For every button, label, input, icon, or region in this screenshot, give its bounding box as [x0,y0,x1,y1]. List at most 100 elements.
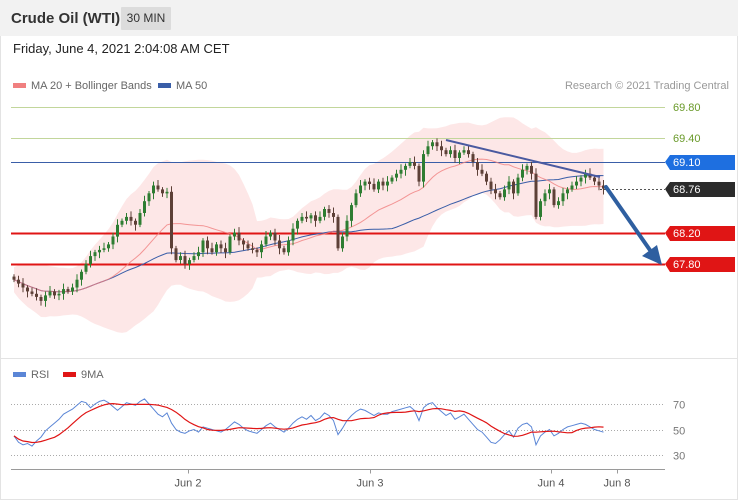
candle-body [237,232,241,241]
candle-body [269,232,272,237]
candle-body [593,177,596,182]
candle-body [17,279,20,284]
candle-body [174,248,178,261]
candle-body [233,232,236,237]
price-tag-69.10: 69.10 [673,157,701,169]
candle-body [561,193,565,202]
candle-body [332,213,335,217]
candle-body [435,142,439,147]
candle-body [444,150,448,155]
x-tick-label: Jun 3 [357,478,384,490]
candle-body [291,228,295,241]
candle-body [485,173,488,182]
candle-body [404,165,407,170]
candle-body [48,291,52,296]
candle-body [521,169,524,178]
candle-body [116,224,119,237]
candle-body [228,236,232,253]
candle-body [597,181,601,186]
candle-body [296,220,299,229]
candle-body [215,244,218,253]
price-tag-69.40: 69.40 [673,133,701,145]
rsi-tick-30: 30 [673,451,685,463]
candle-body [57,293,61,296]
candle-body [35,293,38,297]
candle-body [462,150,466,153]
candle-body [566,189,569,194]
candle-body [390,177,394,182]
candle-body [179,256,182,260]
candle-body [381,181,385,186]
candle-body [152,185,155,194]
candle-body [543,193,547,202]
candle-body [530,165,533,174]
candle-body [125,216,128,221]
candle-body [440,146,443,151]
candle-body [165,191,169,194]
candle-body [84,264,88,272]
candle-body [206,240,209,249]
rsi-ma9-line [13,402,604,444]
candle-body [363,181,367,186]
rsi-layer: 70 50 30 [11,398,685,463]
candle-body [12,276,16,280]
candle-body [188,260,191,264]
candle-body [156,185,160,190]
rsi-tick-50: 50 [673,426,685,438]
x-tick-label: Jun 4 [538,478,565,490]
candle-body [309,215,313,219]
price-tags-layer: 69.80 69.40 69.10 68.76 68.20 67.80 [665,102,735,272]
candle-body [66,289,70,292]
candle-body [327,209,331,213]
candle-body [368,181,371,184]
candle-body [143,201,146,213]
candle-body [147,193,151,202]
candle-body [458,152,461,158]
candle-body [372,183,376,190]
bollinger-band [14,117,604,333]
candle-body [75,279,79,288]
forecast-arrow-shaft [604,185,654,255]
price-chart: 69.80 69.40 69.10 68.76 68.20 67.80 70 50 30 Jun … [0,102,738,490]
candle-body [282,248,286,253]
candle-body [264,236,268,245]
candle-body [471,154,475,162]
candle-body [350,205,353,221]
candle-body [201,240,205,253]
candle-body [336,216,340,249]
candle-body [318,216,322,221]
price-tag-68.76: 68.76 [673,184,701,196]
candle-body [246,244,250,249]
candle-body [102,248,106,250]
candle-body [431,142,434,147]
candle-body [210,248,214,253]
candle-body [120,220,124,225]
forecast-arrow-head [642,245,662,265]
candle-body [138,213,142,225]
candle-body [449,150,452,155]
candle-body [98,249,101,253]
candle-body [341,236,344,249]
candle-body [323,209,326,217]
candle-body [224,248,227,253]
candle-body [21,283,25,288]
price-tag-68.20: 68.20 [673,228,701,240]
candle-body [476,162,479,170]
candle-body [30,291,34,294]
candle-body [552,189,556,206]
candle-body [503,189,506,198]
candle-body [453,150,457,158]
candle-body [480,169,484,174]
candle-body [422,154,425,182]
candle-body [413,162,416,166]
candle-body [489,181,493,190]
candle-body [498,193,502,198]
candle-body [570,185,574,190]
candle-body [161,189,164,194]
x-tick-label: Jun 2 [175,478,202,490]
candle-body [93,252,97,257]
candle-body [305,216,308,219]
candle-body [89,256,92,264]
candle-body [386,181,389,186]
candle-body [170,191,173,249]
